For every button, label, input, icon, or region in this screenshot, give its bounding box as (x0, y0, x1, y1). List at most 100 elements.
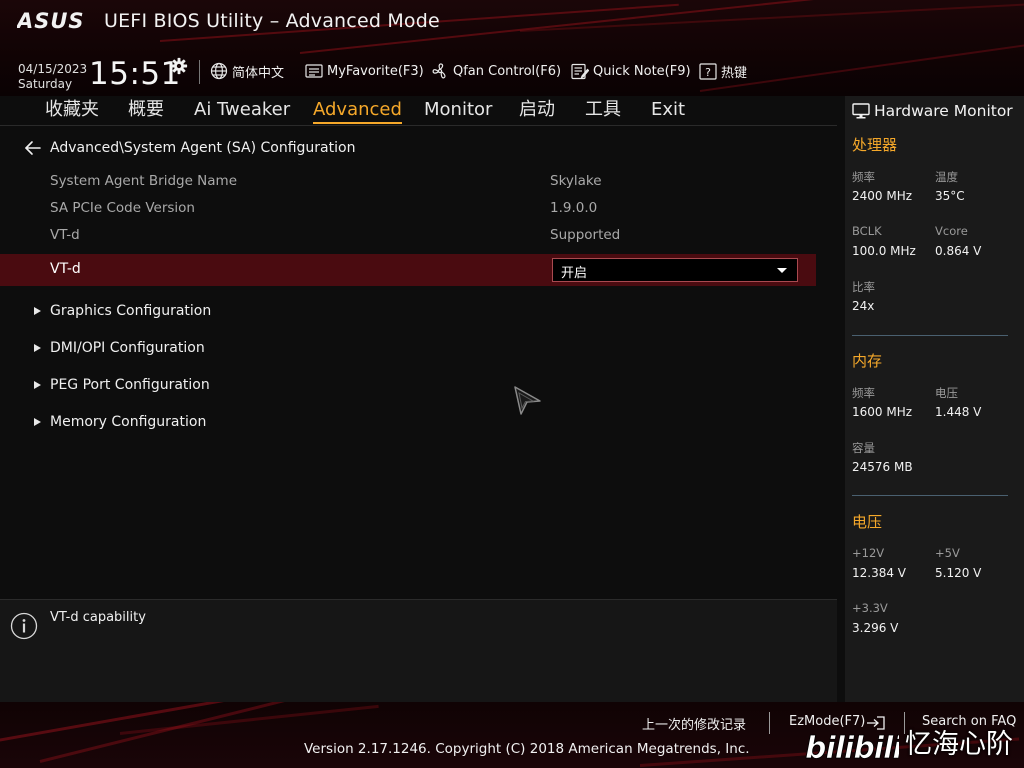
cpu-freq-label: 频率 (852, 170, 875, 184)
help-key-icon: ? (699, 62, 717, 80)
submenu-label: Graphics Configuration (50, 303, 212, 319)
info-label: VT-d (50, 227, 80, 243)
vcore-label: Vcore (935, 224, 968, 238)
expand-arrow-icon (34, 344, 41, 352)
expand-arrow-icon (34, 307, 41, 315)
hardware-monitor-title: Hardware Monitor (874, 102, 1013, 120)
qfan-control-label: Qfan Control(F6) (453, 63, 562, 79)
monitor-icon (852, 103, 870, 119)
qfan-control-button[interactable]: Qfan Control(F6) (431, 61, 561, 81)
search-faq-button[interactable]: Search on FAQ (922, 714, 1016, 729)
v33-value: 3.296 V (852, 621, 899, 635)
bclk-label: BCLK (852, 224, 882, 238)
copyright-text: Version 2.17.1246. Copyright (C) 2018 Am… (304, 741, 750, 757)
mem-cap-value: 24576 MB (852, 460, 913, 474)
memory-heading: 内存 (852, 352, 883, 370)
info-icon (10, 612, 38, 640)
settings-panel: Advanced\System Agent (SA) Configuration… (0, 126, 837, 592)
tab-favorites[interactable]: 收藏夹 (45, 99, 99, 121)
mem-freq-value: 1600 MHz (852, 405, 913, 419)
hotkeys-button[interactable]: ? 热键 (699, 61, 747, 81)
mouse-cursor-icon (514, 386, 541, 415)
quick-note-button[interactable]: Quick Note(F9) (571, 61, 691, 81)
submenu-label: Memory Configuration (50, 414, 207, 430)
language-button[interactable]: 简体中文 (210, 61, 284, 81)
footer-divider (769, 712, 770, 734)
vtd-dropdown-value: 开启 (561, 266, 588, 281)
footer-decor-streak (39, 702, 332, 763)
info-label: SA PCIe Code Version (50, 200, 195, 216)
footer-decor-streak (0, 702, 335, 745)
svg-text:ASUS: ASUS (17, 9, 85, 33)
toolbar-divider (199, 60, 200, 84)
cpu-temp-label: 温度 (935, 170, 958, 184)
info-row-pcie-version: SA PCIe Code Version 1.9.0.0 (50, 200, 810, 218)
gear-icon[interactable] (170, 57, 188, 75)
voltage-heading: 电压 (852, 513, 883, 531)
info-value: Supported (550, 227, 621, 243)
cpu-heading: 处理器 (852, 136, 898, 154)
tab-tool[interactable]: 工具 (585, 99, 621, 121)
mem-freq-label: 频率 (852, 386, 875, 400)
fan-icon (432, 63, 446, 79)
myfavorite-label: MyFavorite(F3) (327, 63, 424, 79)
header-bar: ASUS UEFI BIOS Utility – Advanced Mode 0… (0, 0, 1024, 96)
cpu-freq-value: 2400 MHz (852, 189, 913, 203)
favorite-list-icon (305, 64, 323, 78)
tab-exit[interactable]: Exit (651, 99, 685, 121)
mem-cap-label: 容量 (852, 441, 875, 455)
submenu-label: PEG Port Configuration (50, 377, 210, 393)
v33-label: +3.3V (852, 601, 888, 615)
last-modified-button[interactable]: 上一次的修改记录 (642, 714, 746, 733)
breadcrumb: Advanced\System Agent (SA) Configuration (50, 140, 356, 156)
tab-boot[interactable]: 启动 (519, 99, 555, 121)
hw-divider (852, 335, 1008, 336)
submenu-memory-configuration[interactable]: Memory Configuration (0, 414, 400, 434)
vcore-value: 0.864 V (935, 244, 982, 258)
mem-volt-value: 1.448 V (935, 405, 982, 419)
globe-icon (210, 62, 228, 80)
v12-value: 12.384 V (852, 566, 907, 580)
quick-note-label: Quick Note(F9) (593, 63, 691, 79)
tab-monitor[interactable]: Monitor (424, 99, 492, 121)
back-arrow-icon[interactable] (24, 140, 42, 156)
svg-text:bilibili: bilibili (805, 731, 899, 765)
v5-label: +5V (935, 546, 960, 560)
submenu-label: DMI/OPI Configuration (50, 340, 205, 356)
watermark-text: 忆海心阶 (905, 729, 1013, 760)
expand-arrow-icon (34, 418, 41, 426)
tab-advanced[interactable]: Advanced (313, 99, 402, 124)
submenu-peg-port-configuration[interactable]: PEG Port Configuration (0, 377, 400, 397)
hotkeys-label: 热键 (721, 65, 748, 81)
main-tab-bar: 收藏夹 概要 Ai Tweaker Advanced Monitor 启动 工具… (0, 96, 837, 126)
tab-main[interactable]: 概要 (128, 99, 164, 121)
vtd-dropdown[interactable]: 开启 (552, 258, 798, 282)
chevron-down-icon (777, 268, 787, 273)
clock-display: 15:51 (89, 56, 181, 92)
expand-arrow-icon (34, 381, 41, 389)
help-panel: VT-d capability (0, 599, 837, 702)
v12-label: +12V (852, 546, 885, 560)
vtd-setting-label: VT-d (50, 261, 81, 277)
svg-text:?: ? (705, 66, 711, 79)
tab-ai-tweaker[interactable]: Ai Tweaker (194, 99, 290, 121)
hardware-monitor-header: Hardware Monitor (852, 100, 1013, 122)
app-title: UEFI BIOS Utility – Advanced Mode (104, 10, 440, 32)
info-value: 1.9.0.0 (550, 200, 598, 216)
asus-logo: ASUS (17, 9, 85, 33)
submenu-dmi-opi-configuration[interactable]: DMI/OPI Configuration (0, 340, 400, 360)
myfavorite-button[interactable]: MyFavorite(F3) (305, 61, 424, 81)
info-value: Skylake (550, 173, 602, 189)
header-decor-streak (699, 34, 1024, 92)
info-row-bridge-name: System Agent Bridge Name Skylake (50, 173, 810, 191)
header-decor-streak (519, 2, 1024, 32)
ratio-label: 比率 (852, 280, 875, 294)
v5-value: 5.120 V (935, 566, 982, 580)
bclk-value: 100.0 MHz (852, 244, 916, 258)
note-icon (571, 63, 589, 79)
submenu-graphics-configuration[interactable]: Graphics Configuration (0, 303, 400, 323)
vtd-setting-row[interactable]: VT-d 开启 (0, 254, 816, 286)
date-display: 04/15/2023 (18, 62, 88, 76)
mem-volt-label: 电压 (935, 386, 958, 400)
language-label: 简体中文 (232, 65, 285, 81)
